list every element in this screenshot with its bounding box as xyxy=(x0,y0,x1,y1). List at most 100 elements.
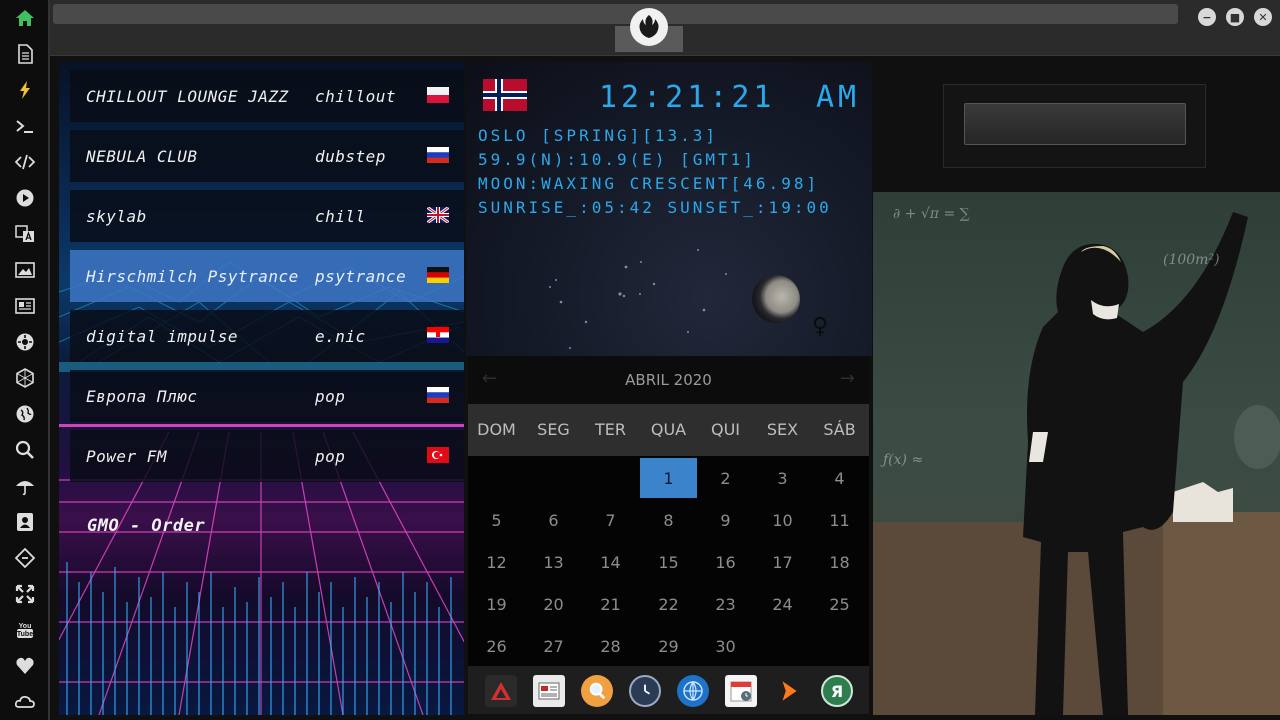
station-genre: pop xyxy=(315,386,346,406)
calendar-day[interactable]: 25 xyxy=(811,584,868,624)
moon-phase-icon xyxy=(752,275,800,323)
code-icon[interactable] xyxy=(12,149,38,175)
gear-badge-icon[interactable] xyxy=(12,329,38,355)
calendar-day[interactable]: 9 xyxy=(697,500,754,540)
poland-flag-icon xyxy=(427,87,449,103)
lightning-icon[interactable] xyxy=(12,77,38,103)
coordinates-line: 59.9(N):10.9(E) [GMT1] xyxy=(478,150,756,169)
station-genre: psytrance xyxy=(315,266,407,286)
calendar-day[interactable]: 19 xyxy=(468,584,525,624)
germany-flag-icon xyxy=(427,267,449,283)
search-icon[interactable] xyxy=(12,437,38,463)
search-app-icon[interactable] xyxy=(581,675,613,707)
calendar-day[interactable]: 7 xyxy=(582,500,639,540)
clock-time: 12:21:21 xyxy=(599,80,776,115)
station-row[interactable]: NEBULA CLUB dubstep xyxy=(70,130,464,182)
terminal-icon[interactable] xyxy=(12,113,38,139)
top-bar xyxy=(50,0,1280,56)
calendar-day[interactable]: 28 xyxy=(582,626,639,666)
news-icon[interactable] xyxy=(12,293,38,319)
weekday-label: SEG xyxy=(537,420,570,439)
croatia-flag-icon xyxy=(427,327,449,343)
prev-month-icon[interactable]: ← xyxy=(482,368,497,389)
document-icon[interactable] xyxy=(12,41,38,67)
tag-icon[interactable] xyxy=(12,545,38,571)
calendar-day[interactable]: 17 xyxy=(754,542,811,582)
radio-station-panel: CHILLOUT LOUNGE JAZZ chillout NEBULA CLU… xyxy=(59,62,464,715)
calendar-day[interactable]: 20 xyxy=(525,584,582,624)
calendar-day[interactable]: 4 xyxy=(811,458,868,498)
maximize-button[interactable]: ■ xyxy=(1226,8,1244,26)
calendar-day[interactable]: 5 xyxy=(468,500,525,540)
arrow-app-icon[interactable] xyxy=(773,675,805,707)
hexagon-icon[interactable] xyxy=(12,365,38,391)
calendar-day[interactable]: 27 xyxy=(525,626,582,666)
cloud-icon[interactable] xyxy=(12,689,38,715)
clock-app-icon[interactable] xyxy=(629,675,661,707)
expand-icon[interactable] xyxy=(12,581,38,607)
widget-button[interactable] xyxy=(964,103,1186,145)
calendar-day-today[interactable]: 1 xyxy=(640,458,697,498)
browser-globe-icon[interactable] xyxy=(677,675,709,707)
calendar-day[interactable]: 29 xyxy=(640,626,697,666)
calendar-day[interactable]: 6 xyxy=(525,500,582,540)
calendar-day[interactable]: 3 xyxy=(754,458,811,498)
radio-footer-label[interactable]: GMO - Order xyxy=(87,516,205,536)
calendar-day[interactable]: 14 xyxy=(582,542,639,582)
station-name: NEBULA CLUB xyxy=(86,146,198,166)
sun-times-line: SUNRISE_:05:42 SUNSET_:19:00 xyxy=(478,198,832,217)
weekday-label: TER xyxy=(595,420,626,439)
calendar-day[interactable]: 11 xyxy=(811,500,868,540)
youtube-icon[interactable]: You Tube xyxy=(12,617,38,643)
calendar-day[interactable]: 24 xyxy=(754,584,811,624)
minimize-button[interactable]: − xyxy=(1198,8,1216,26)
translate-icon[interactable] xyxy=(12,221,38,247)
clock-widget: 12:21:21 AM OSLO [SPRING][13.3] 59.9(N):… xyxy=(466,62,872,356)
calendar-header: ← ABRIL 2020 → xyxy=(468,356,869,404)
news-reader-icon[interactable] xyxy=(533,675,565,707)
calendar-day[interactable]: 12 xyxy=(468,542,525,582)
calendar-day[interactable]: 26 xyxy=(468,626,525,666)
heart-icon[interactable] xyxy=(12,653,38,679)
yandex-icon[interactable]: Я xyxy=(821,675,853,707)
station-genre: chillout xyxy=(315,86,397,106)
station-row[interactable]: CHILLOUT LOUNGE JAZZ chillout xyxy=(70,70,464,122)
calendar-day[interactable]: 8 xyxy=(640,500,697,540)
home-icon[interactable] xyxy=(12,5,38,31)
moon-phase-line: MOON:WAXING CRESCENT[46.98] xyxy=(478,174,820,193)
calendar-weekdays: DOM SEG TER QUA QUI SEX SÁB xyxy=(468,404,869,456)
calendar-day[interactable]: 2 xyxy=(697,458,754,498)
app-launcher-icon[interactable] xyxy=(485,675,517,707)
weekday-label: QUI xyxy=(710,420,741,439)
calendar-day[interactable]: 23 xyxy=(697,584,754,624)
calendar-app-icon[interactable] xyxy=(725,675,757,707)
calendar-day[interactable]: 18 xyxy=(811,542,868,582)
calendar-day[interactable]: 15 xyxy=(640,542,697,582)
calendar-day[interactable]: 21 xyxy=(582,584,639,624)
calendar-day[interactable]: 16 xyxy=(697,542,754,582)
calendar-day[interactable]: 22 xyxy=(640,584,697,624)
station-genre: pop xyxy=(315,446,346,466)
calendar-day[interactable]: 13 xyxy=(525,542,582,582)
chalkboard-decoration-icon: ∂ + √π = ∑ xyxy=(893,206,970,222)
russia-flag-icon xyxy=(427,147,449,163)
next-month-icon[interactable]: → xyxy=(840,368,855,389)
chalkboard-decoration-icon: ƒ(x) ≈ xyxy=(883,452,924,468)
calendar-day[interactable]: 10 xyxy=(754,500,811,540)
station-row[interactable]: digital impulse e.nic xyxy=(70,310,464,362)
contacts-icon[interactable] xyxy=(12,509,38,535)
station-name: Hirschmilch Psytrance xyxy=(86,266,299,286)
station-row-active[interactable]: Hirschmilch Psytrance psytrance xyxy=(70,250,464,302)
app-dock: Я xyxy=(468,666,869,714)
close-button[interactable]: ✕ xyxy=(1254,8,1272,26)
address-field[interactable] xyxy=(53,4,1178,24)
globe-icon[interactable] xyxy=(12,401,38,427)
play-icon[interactable] xyxy=(12,185,38,211)
station-row[interactable]: Power FM pop xyxy=(70,430,464,482)
station-row[interactable]: Европа Плюс pop xyxy=(70,370,464,422)
calendar-day[interactable]: 30 xyxy=(697,626,754,666)
station-row[interactable]: skylab chill xyxy=(70,190,464,242)
calendar-widget: ← ABRIL 2020 → DOM SEG TER QUA QUI SEX S… xyxy=(468,356,869,666)
image-icon[interactable] xyxy=(12,257,38,283)
umbrella-icon[interactable] xyxy=(12,473,38,499)
